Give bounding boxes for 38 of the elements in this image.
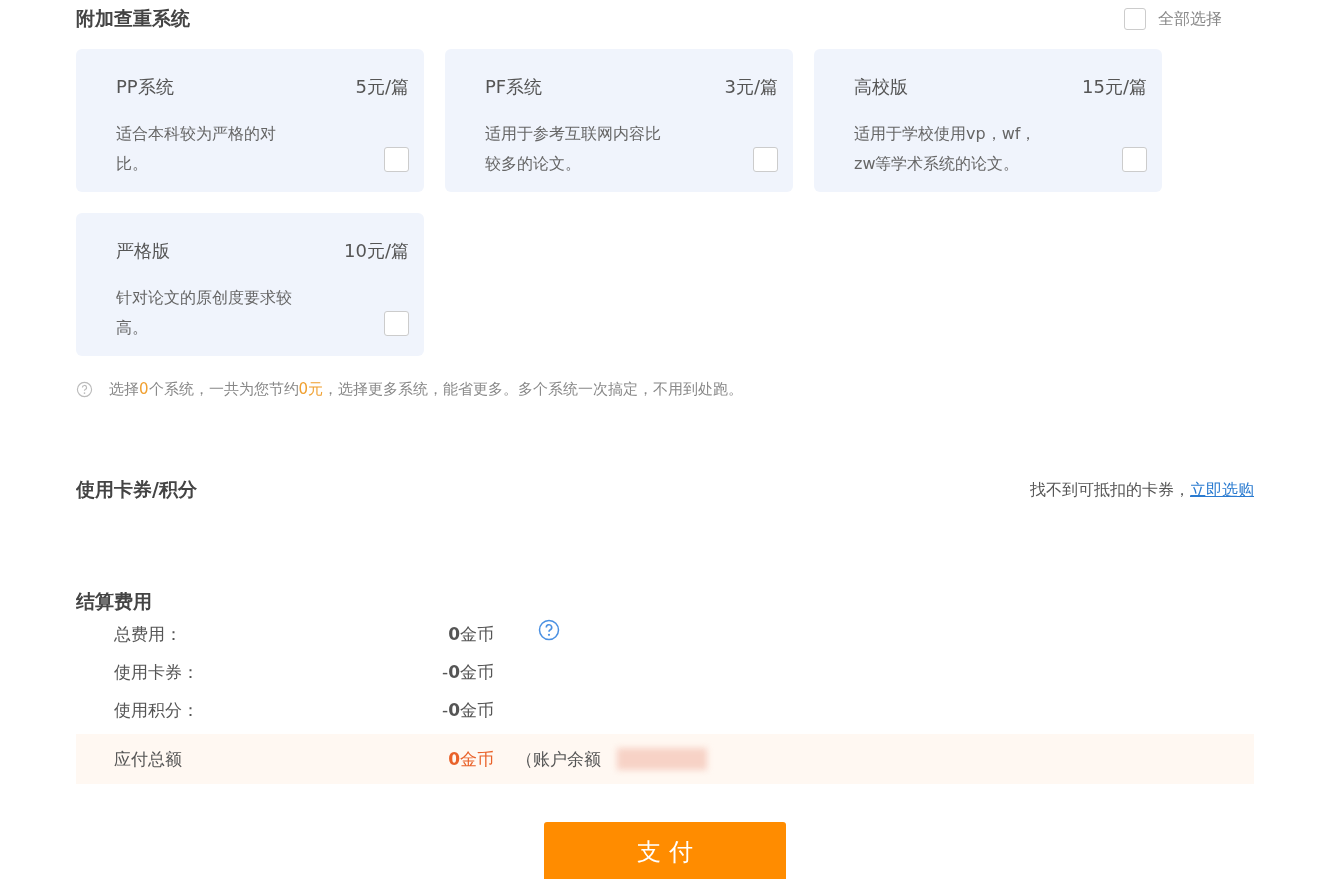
section-title: 附加查重系统 xyxy=(76,6,190,31)
system-description: 针对论文的原创度要求较高。 xyxy=(116,287,293,339)
system-card[interactable]: 严格版 10元/篇 针对论文的原创度要求较高。 xyxy=(76,213,424,356)
system-description: 适用于学校使用vp，wf，zw等学术系统的论文。 xyxy=(854,123,1038,175)
system-checkbox[interactable] xyxy=(384,311,409,336)
balance-label: （账户余额 xyxy=(516,747,601,771)
system-name: PF系统 xyxy=(485,75,543,99)
system-name: 严格版 xyxy=(116,239,170,263)
system-description: 适用于参考互联网内容比较多的论文。 xyxy=(485,123,662,175)
fee-amount: 0金币 xyxy=(447,622,494,646)
system-name: 高校版 xyxy=(854,75,908,99)
fee-label: 使用卡券： xyxy=(114,660,200,684)
section-title: 结算费用 xyxy=(76,589,153,614)
fee-label: 总费用： xyxy=(114,622,183,646)
system-name: PP系统 xyxy=(116,75,174,99)
system-card[interactable]: 高校版 15元/篇 适用于学校使用vp，wf，zw等学术系统的论文。 xyxy=(814,49,1162,192)
system-checkbox[interactable] xyxy=(753,147,778,172)
system-price: 5元/篇 xyxy=(355,75,409,99)
total-amount: 0金币 xyxy=(447,747,494,771)
system-price: 10元/篇 xyxy=(344,239,409,263)
fee-amount: -0金币 xyxy=(441,698,494,722)
savings-hint: 选择0个系统，一共为您节约0元，选择更多系统，能省更多。多个系统一次搞定，不用到处跑。 xyxy=(109,380,744,399)
select-all-checkbox[interactable]: 全部选择 xyxy=(1124,8,1222,30)
system-card[interactable]: PF系统 3元/篇 适用于参考互联网内容比较多的论文。 xyxy=(445,49,793,192)
system-description: 适合本科较为严格的对比。 xyxy=(116,123,277,175)
fee-label: 使用积分： xyxy=(114,698,200,722)
buy-link[interactable]: 立即选购 xyxy=(1190,479,1254,499)
section-title: 使用卡券/积分 xyxy=(76,477,197,502)
help-icon[interactable] xyxy=(538,619,560,641)
system-price: 3元/篇 xyxy=(724,75,778,99)
system-price: 15元/篇 xyxy=(1082,75,1147,99)
fee-amount: -0金币 xyxy=(441,660,494,684)
system-checkbox[interactable] xyxy=(1122,147,1147,172)
coupon-note: 找不到可抵扣的卡券， xyxy=(1030,479,1190,499)
system-checkbox[interactable] xyxy=(384,147,409,172)
system-card[interactable]: PP系统 5元/篇 适合本科较为严格的对比。 xyxy=(76,49,424,192)
help-icon[interactable] xyxy=(76,381,93,398)
total-label: 应付总额 xyxy=(114,747,183,771)
